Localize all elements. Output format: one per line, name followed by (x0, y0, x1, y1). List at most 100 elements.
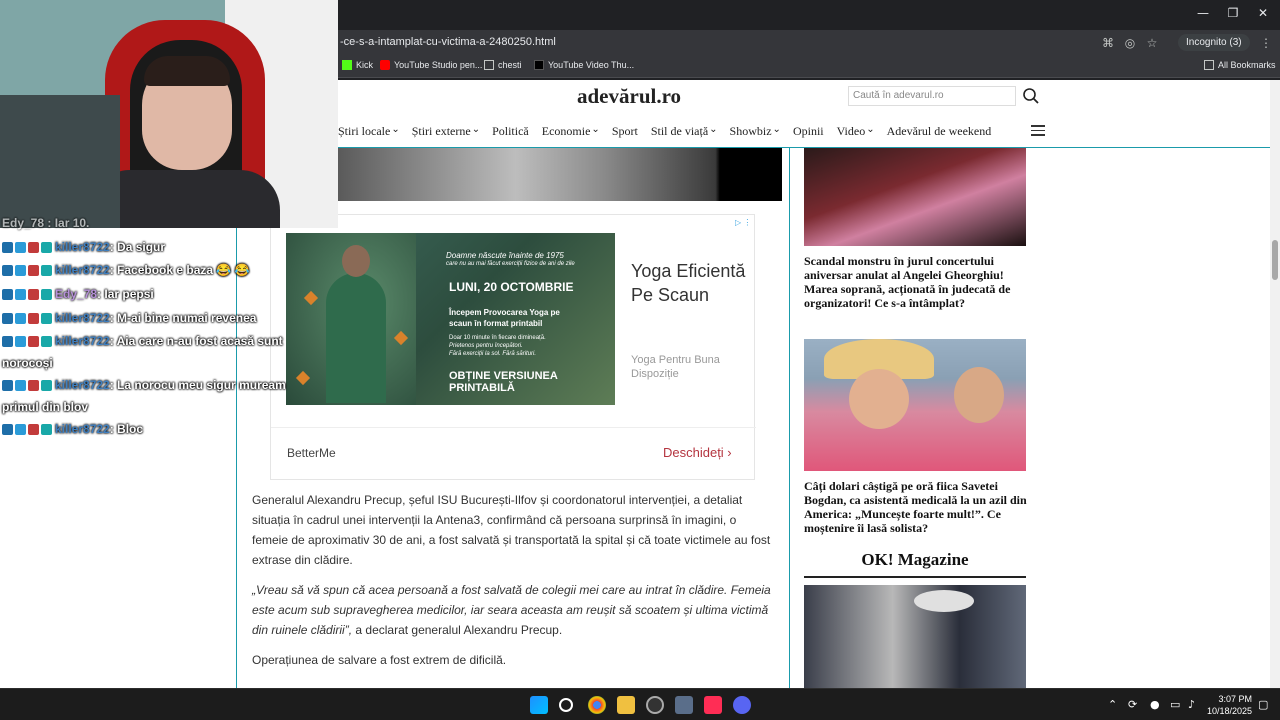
chat-username[interactable]: killer8722 (55, 240, 110, 254)
incognito-badge[interactable]: Incognito (3) (1178, 34, 1250, 51)
chevron-down-icon: ⌄ (772, 124, 781, 135)
scrollbar[interactable] (1270, 80, 1280, 688)
section-heading[interactable]: OK! Magazine (804, 550, 1026, 570)
nav-item[interactable]: Economie (542, 124, 591, 139)
network-icon[interactable]: ▭ (1170, 698, 1180, 711)
chat-username[interactable]: Edy_78 (55, 287, 97, 301)
url-field[interactable]: -ce-s-a-intamplat-cu-victima-a-2480250.h… (340, 36, 556, 48)
native-ad[interactable]: ▷ ⋮ Doamne născute înainte de 1975 care … (270, 214, 756, 480)
chat-username[interactable]: killer8722 (55, 334, 110, 348)
face (849, 369, 909, 429)
badge-icon (15, 289, 26, 301)
close-button[interactable]: ✕ (1248, 6, 1278, 20)
hat (914, 590, 974, 612)
bookmark-kick[interactable]: Kick (342, 60, 373, 70)
time: 3:07 PM (1218, 694, 1252, 704)
ad-title[interactable]: Yoga Eficientă Pe Scaun (631, 259, 751, 307)
sidebar-story-title[interactable]: Câți dolari câștigă pe oră fiica Savetei… (804, 479, 1030, 535)
chat-message-continued: norocoși (2, 356, 53, 370)
badge-icon (15, 242, 26, 254)
badge-icons (2, 242, 52, 254)
chevron-up-icon[interactable]: ⌃ (1108, 698, 1117, 711)
ad-text: care nu au mai făcut exerciții fizice de… (446, 261, 575, 267)
nav-item[interactable]: Sport (612, 124, 638, 139)
bookmark-folder-chesti[interactable]: chesti (484, 60, 522, 70)
bookmark-youtube-studio[interactable]: YouTube Studio pen... (380, 60, 482, 70)
webcam-overlay (0, 0, 338, 228)
chat-username[interactable]: killer8722 (55, 378, 110, 392)
adchoices-icon[interactable]: ▷ ⋮ (735, 218, 751, 227)
all-bookmarks[interactable]: All Bookmarks (1204, 60, 1276, 70)
volume-icon[interactable]: ♪ (1188, 698, 1195, 711)
search-icon[interactable] (1022, 87, 1040, 105)
ad-text: Prietenos pentru începători. (449, 343, 523, 349)
start-icon[interactable] (530, 696, 548, 714)
divider (236, 225, 237, 688)
app-icon[interactable] (675, 696, 693, 714)
search-input[interactable]: Caută în adevarul.ro (848, 86, 1016, 106)
badge-icon (15, 265, 26, 277)
translate-icon[interactable]: ⌘ (1100, 35, 1116, 51)
restore-button[interactable]: ❐ (1218, 6, 1248, 20)
chat-message: killer8722: Facebook e baza 😂 😂 (2, 263, 250, 277)
ad-subtitle: Yoga Pentru Buna Dispoziție (631, 354, 720, 380)
clock[interactable]: 3:07 PM 10/18/2025 (1206, 693, 1252, 717)
hair (144, 56, 230, 86)
file-explorer-icon[interactable] (617, 696, 635, 714)
chat-username[interactable]: killer8722 (55, 263, 110, 277)
section-underline (804, 576, 1026, 578)
badge-icons (2, 313, 52, 325)
eye-off-icon[interactable]: ◎ (1122, 35, 1138, 51)
article-paragraph: Operațiunea de salvare a fost extrem de … (252, 653, 507, 667)
ad-open-button[interactable]: Deschideți › (663, 445, 732, 460)
search-icon[interactable] (559, 698, 573, 712)
ad-text: OBȚINE VERSIUNEA PRINTABILĂ (449, 370, 558, 394)
menu-dots-icon[interactable]: ⋮ (1258, 35, 1274, 51)
badge-icon (15, 336, 26, 348)
badge-icon (41, 242, 52, 254)
chat-username[interactable]: killer8722 (55, 422, 110, 436)
hamburger-menu-icon[interactable] (1031, 125, 1045, 136)
sidebar-story-image[interactable] (804, 339, 1026, 471)
sidebar-story-image[interactable] (804, 585, 1026, 688)
chevron-down-icon: ⌄ (709, 124, 718, 135)
taskbar: ⌃ ⟳ ● ▭ ♪ 3:07 PM 10/18/2025 ▢ (0, 688, 1280, 720)
nav-item[interactable]: Stil de viață (651, 124, 708, 139)
chat-message: killer8722: Da sigur (2, 240, 165, 254)
article-image (338, 148, 782, 201)
tiktok-icon[interactable] (704, 696, 722, 714)
nav-item[interactable]: Politică (492, 124, 529, 139)
nav-item[interactable]: Adevărul de weekend (887, 124, 992, 139)
sidebar-story-image[interactable] (804, 148, 1026, 246)
chat-username[interactable]: killer8722 (55, 311, 110, 325)
chrome-icon[interactable] (588, 696, 606, 714)
nav-item[interactable]: Știri externe (412, 124, 471, 139)
chevron-down-icon: ⌄ (591, 124, 600, 135)
scrollbar-thumb[interactable] (1272, 240, 1278, 280)
nav-item[interactable]: Știri locale (338, 124, 390, 139)
ad-brand: BetterMe (287, 446, 336, 460)
badge-icons (2, 265, 52, 277)
bookmark-star-icon[interactable]: ☆ (1144, 35, 1160, 51)
ad-text: Fără exerciții la sol. Fără sărituri. (449, 351, 537, 357)
notification-icon[interactable]: ▢ (1258, 698, 1268, 711)
discord-icon[interactable] (733, 696, 751, 714)
bookmark-yt-thumb[interactable]: YouTube Video Thu... (534, 60, 634, 70)
sidebar-story-title[interactable]: Scandal monstru în jurul concertului ani… (804, 254, 1030, 310)
chat-message-partial: Edy_78 : Iar 10. (2, 216, 90, 230)
ad-image[interactable]: Doamne născute înainte de 1975 care nu a… (286, 233, 615, 405)
badge-icon (2, 265, 13, 277)
kick-icon (342, 60, 352, 70)
nav-item[interactable]: Opinii (793, 124, 824, 139)
sync-icon[interactable]: ⟳ (1128, 698, 1137, 711)
nav-item[interactable]: Showbiz (730, 124, 772, 139)
nav-item[interactable]: Video (837, 124, 866, 139)
article-paragraph: Generalul Alexandru Precup, șeful ISU Bu… (252, 493, 771, 567)
site-logo[interactable]: adevărul.ro (577, 84, 681, 109)
badge-icon (28, 242, 39, 254)
minimize-button[interactable]: — (1188, 6, 1218, 20)
main-nav: Știri locale ⌄ Știri externe ⌄ Politică Eco… (338, 124, 1004, 139)
obs-icon[interactable] (646, 696, 664, 714)
mic-icon[interactable]: ● (1150, 698, 1160, 711)
badge-icon (28, 424, 39, 436)
